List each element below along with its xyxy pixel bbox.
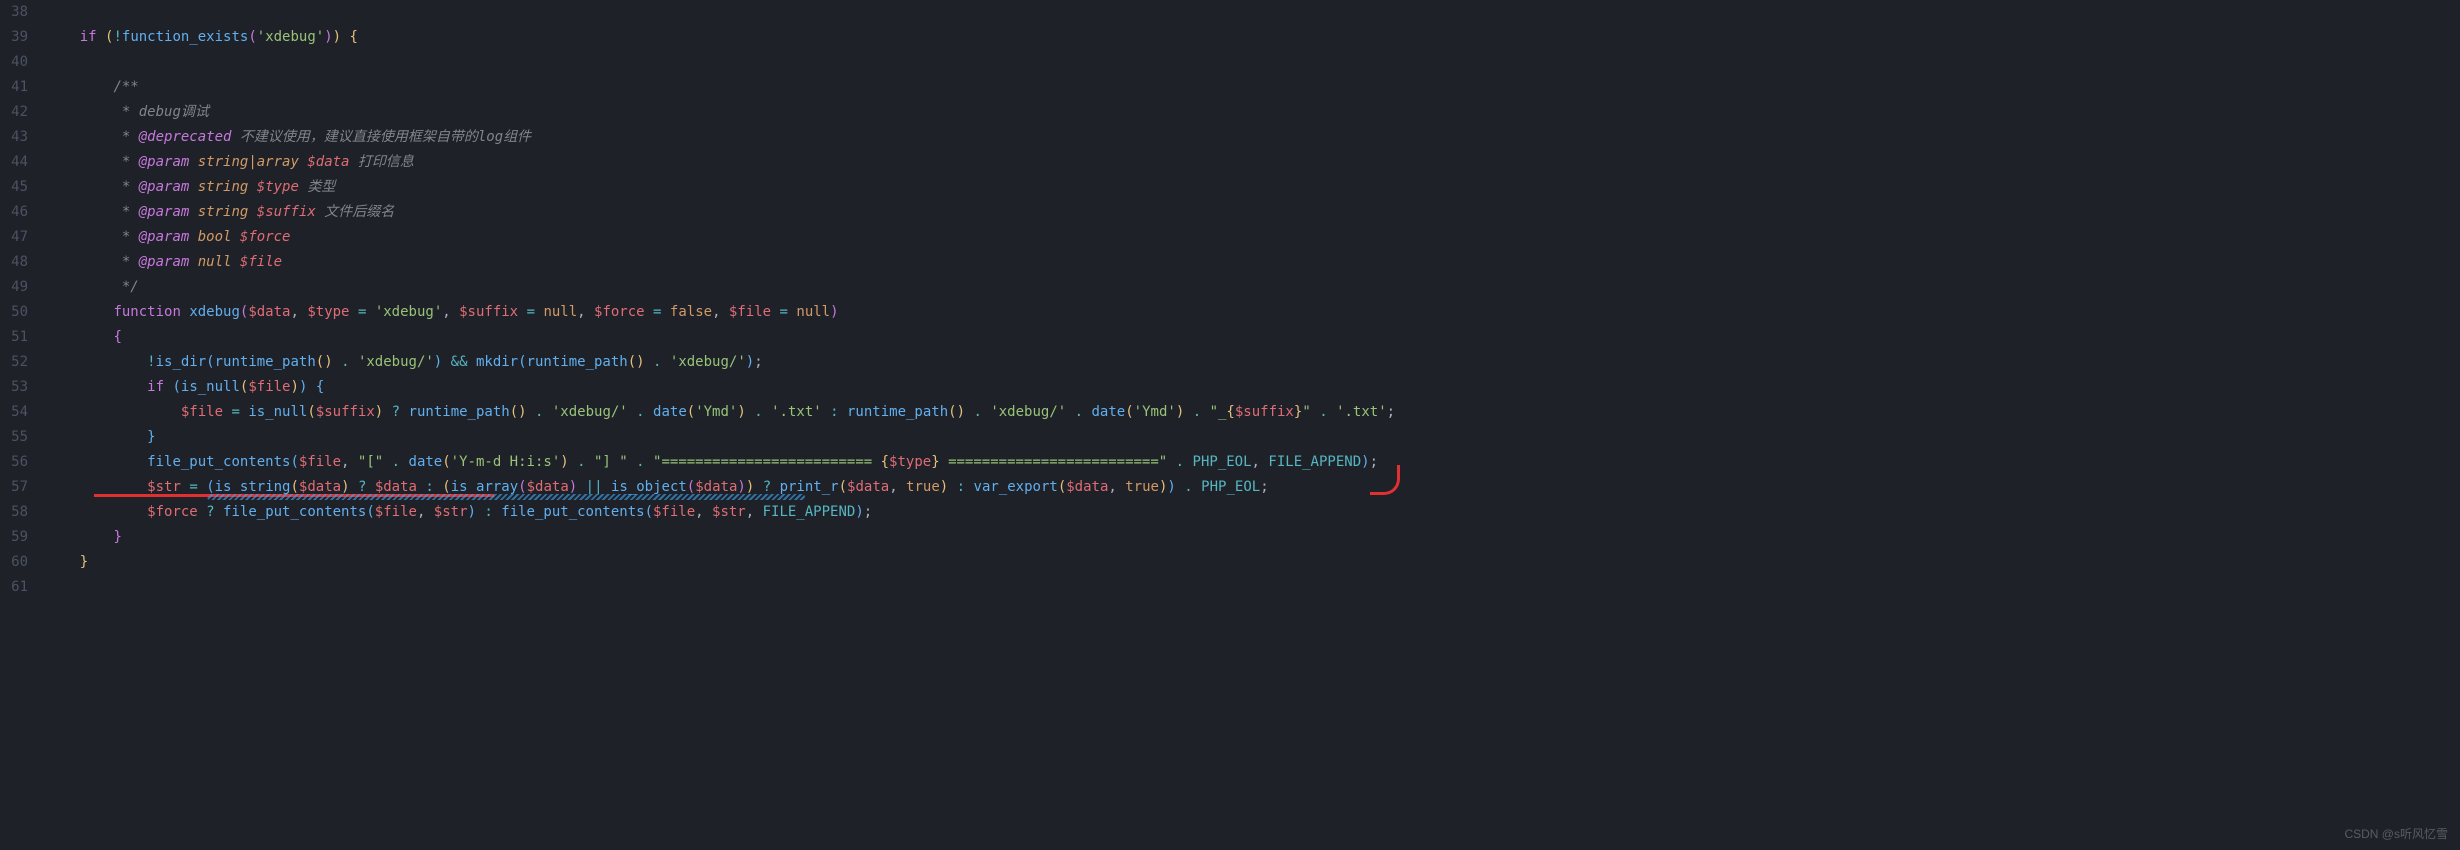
code-line[interactable]: { — [46, 325, 2460, 350]
code-line[interactable]: */ — [46, 275, 2460, 300]
code-line[interactable]: file_put_contents($file, "[" . date('Y-m… — [46, 450, 2460, 475]
code-line[interactable] — [46, 575, 2460, 600]
line-number: 41 — [0, 75, 28, 100]
code-line[interactable]: * @param bool $force — [46, 225, 2460, 250]
line-number: 59 — [0, 525, 28, 550]
code-line[interactable]: * @param string $suffix 文件后缀名 — [46, 200, 2460, 225]
line-number: 50 — [0, 300, 28, 325]
line-number: 54 — [0, 400, 28, 425]
code-line[interactable]: * @param string|array $data 打印信息 — [46, 150, 2460, 175]
code-line[interactable]: if (is_null($file)) { — [46, 375, 2460, 400]
line-number: 51 — [0, 325, 28, 350]
line-number: 49 — [0, 275, 28, 300]
line-number: 52 — [0, 350, 28, 375]
code-line[interactable]: * @param string $type 类型 — [46, 175, 2460, 200]
line-number: 47 — [0, 225, 28, 250]
code-line[interactable]: } — [46, 425, 2460, 450]
line-number: 61 — [0, 575, 28, 600]
line-number: 58 — [0, 500, 28, 525]
code-line[interactable]: * debug调试 — [46, 100, 2460, 125]
line-number: 56 — [0, 450, 28, 475]
code-line[interactable]: if (!function_exists('xdebug')) { — [46, 25, 2460, 50]
line-number: 53 — [0, 375, 28, 400]
line-number-gutter: 3839404142434445464748495051525354555657… — [0, 0, 46, 850]
line-number: 42 — [0, 100, 28, 125]
code-line[interactable]: function xdebug($data, $type = 'xdebug',… — [46, 300, 2460, 325]
line-number: 48 — [0, 250, 28, 275]
line-number: 43 — [0, 125, 28, 150]
code-line[interactable]: } — [46, 525, 2460, 550]
line-number: 40 — [0, 50, 28, 75]
code-line[interactable]: $file = is_null($suffix) ? runtime_path(… — [46, 400, 2460, 425]
line-number: 46 — [0, 200, 28, 225]
line-number: 45 — [0, 175, 28, 200]
code-editor[interactable]: if (!function_exists('xdebug')) { /** * … — [46, 0, 2460, 850]
line-number: 60 — [0, 550, 28, 575]
code-line[interactable]: !is_dir(runtime_path() . 'xdebug/') && m… — [46, 350, 2460, 375]
code-line[interactable]: /** — [46, 75, 2460, 100]
line-number: 39 — [0, 25, 28, 50]
code-line[interactable]: * @param null $file — [46, 250, 2460, 275]
code-line[interactable]: $str = (is_string($data) ? $data : (is_a… — [46, 475, 2460, 500]
line-number: 55 — [0, 425, 28, 450]
watermark: CSDN @s听风忆雪 — [2344, 825, 2448, 842]
code-line[interactable]: * @deprecated 不建议使用，建议直接使用框架自带的log组件 — [46, 125, 2460, 150]
code-line[interactable]: $force ? file_put_contents($file, $str) … — [46, 500, 2460, 525]
code-line[interactable] — [46, 0, 2460, 25]
line-number: 38 — [0, 0, 28, 25]
code-line[interactable]: } — [46, 550, 2460, 575]
code-line[interactable] — [46, 50, 2460, 75]
line-number: 57 — [0, 475, 28, 500]
line-number: 44 — [0, 150, 28, 175]
